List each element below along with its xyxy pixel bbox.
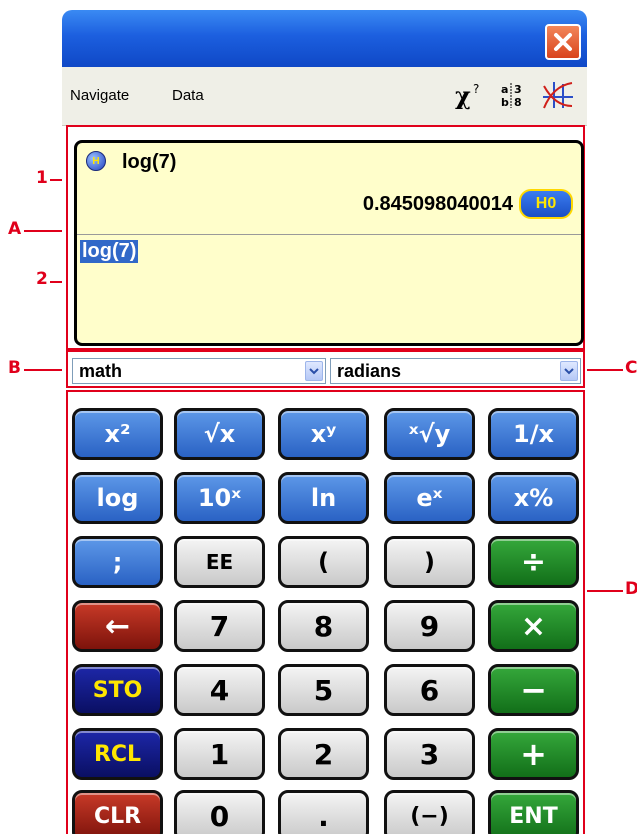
callout-C-line [587, 369, 623, 371]
callout-B-line [24, 369, 66, 371]
open-paren-key[interactable]: ( [278, 536, 369, 588]
entry-separator [77, 234, 581, 235]
svg-text:a: a [501, 83, 508, 96]
display-region: H log(7) 0.845098040014 H0 log(7) [66, 125, 585, 350]
two-key[interactable]: 2 [278, 728, 369, 780]
decimal-key[interactable]: . [278, 790, 369, 834]
history-icon[interactable]: H [86, 151, 106, 171]
chi-squared-icon[interactable]: χ ? [452, 79, 488, 111]
callout-B: B [8, 358, 21, 378]
graph-icon[interactable] [540, 79, 576, 111]
callout-D-line [587, 590, 623, 592]
enter-key[interactable]: ENT [488, 790, 579, 834]
dropdown-region: math radians [66, 350, 585, 388]
svg-text:8: 8 [514, 96, 522, 109]
chevron-down-icon[interactable] [560, 361, 578, 381]
reciprocal-key[interactable]: 1/x [488, 408, 579, 460]
three-key[interactable]: 3 [384, 728, 475, 780]
six-key[interactable]: 6 [384, 664, 475, 716]
e-power-key[interactable]: eˣ [384, 472, 475, 524]
title-bar [62, 10, 587, 67]
fraction-icon[interactable]: a b 3 8 [498, 79, 532, 111]
one-key[interactable]: 1 [174, 728, 265, 780]
five-key[interactable]: 5 [278, 664, 369, 716]
recall-key[interactable]: RCL [72, 728, 163, 780]
close-icon [554, 33, 572, 51]
negative-key[interactable]: (−) [384, 790, 475, 834]
svg-text:?: ? [473, 82, 479, 96]
menu-bar: Navigate Data χ ? a b 3 8 [62, 67, 587, 126]
menu-navigate[interactable]: Navigate [70, 87, 129, 104]
keypad-region: x² √x xʸ ˣ√y 1/x log 10ˣ ln eˣ x% ; EE (… [66, 390, 585, 834]
multiply-key[interactable]: × [488, 600, 579, 652]
display-panel: H log(7) 0.845098040014 H0 log(7) [74, 140, 584, 346]
xth-root-key[interactable]: ˣ√y [384, 408, 475, 460]
plus-key[interactable]: + [488, 728, 579, 780]
entry-line[interactable]: log(7) [80, 240, 139, 263]
svg-text:χ: χ [455, 81, 471, 110]
ee-key[interactable]: EE [174, 536, 265, 588]
semicolon-key[interactable]: ; [72, 536, 163, 588]
x-squared-key[interactable]: x² [72, 408, 163, 460]
percent-key[interactable]: x% [488, 472, 579, 524]
chevron-down-icon[interactable] [305, 361, 323, 381]
minus-key[interactable]: − [488, 664, 579, 716]
divide-key[interactable]: ÷ [488, 536, 579, 588]
history-expression[interactable]: log(7) [122, 151, 176, 174]
clear-key[interactable]: CLR [72, 790, 163, 834]
close-button[interactable] [545, 24, 581, 60]
calculator-window: Navigate Data χ ? a b 3 8 H log(7) 0.845… [62, 10, 587, 834]
callout-C: C [625, 358, 637, 378]
svg-text:3: 3 [514, 83, 522, 96]
store-key[interactable]: STO [72, 664, 163, 716]
ln-key[interactable]: ln [278, 472, 369, 524]
eight-key[interactable]: 8 [278, 600, 369, 652]
square-root-key[interactable]: √x [174, 408, 265, 460]
zero-key[interactable]: 0 [174, 790, 265, 834]
mode-dropdown-value: math [79, 361, 123, 381]
menu-data[interactable]: Data [172, 87, 204, 104]
history-result[interactable]: 0.845098040014 [363, 193, 513, 216]
callout-1: 1 [36, 168, 48, 188]
close-paren-key[interactable]: ) [384, 536, 475, 588]
backspace-key[interactable]: ← [72, 600, 163, 652]
angle-unit-dropdown-value: radians [337, 361, 402, 381]
callout-A: A [8, 219, 22, 239]
angle-unit-dropdown[interactable]: radians [330, 358, 581, 384]
result-history-badge[interactable]: H0 [519, 189, 573, 219]
callout-2: 2 [36, 269, 48, 289]
log-key[interactable]: log [72, 472, 163, 524]
callout-D: D [625, 579, 637, 599]
seven-key[interactable]: 7 [174, 600, 265, 652]
nine-key[interactable]: 9 [384, 600, 475, 652]
x-power-y-key[interactable]: xʸ [278, 408, 369, 460]
ten-power-key[interactable]: 10ˣ [174, 472, 265, 524]
callout-A-line [24, 230, 66, 232]
mode-dropdown[interactable]: math [72, 358, 326, 384]
svg-text:b: b [501, 96, 509, 109]
four-key[interactable]: 4 [174, 664, 265, 716]
